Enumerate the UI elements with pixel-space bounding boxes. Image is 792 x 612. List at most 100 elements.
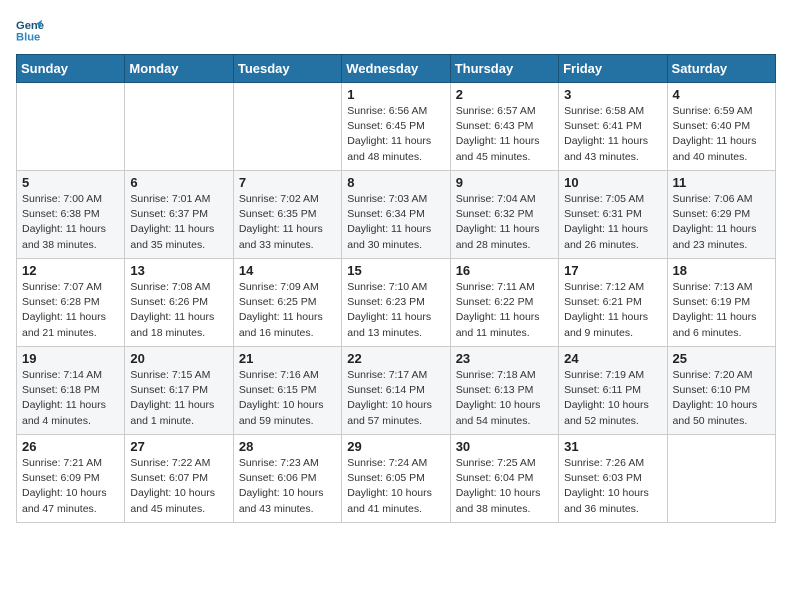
calendar-cell: 30Sunrise: 7:25 AM Sunset: 6:04 PM Dayli…: [450, 435, 558, 523]
day-number: 22: [347, 351, 444, 366]
weekday-header-row: SundayMondayTuesdayWednesdayThursdayFrid…: [17, 55, 776, 83]
day-info: Sunrise: 6:57 AM Sunset: 6:43 PM Dayligh…: [456, 104, 553, 165]
day-number: 23: [456, 351, 553, 366]
day-number: 17: [564, 263, 661, 278]
calendar-cell: 12 Sunrise: 7:07 AM Sunset: 6:28 PM Dayli…: [17, 259, 125, 347]
day-number: 21: [239, 351, 336, 366]
day-number: 19: [22, 351, 119, 366]
day-info: Sunrise: 7:00 AM Sunset: 6:38 PM Dayligh…: [22, 192, 119, 253]
calendar-cell: 23 Sunrise: 7:18 AM Sunset: 6:13 PM Dayli…: [450, 347, 558, 435]
day-number: 9: [456, 175, 553, 190]
day-info: Sunrise: 7:05 AM Sunset: 6:31 PM Dayligh…: [564, 192, 661, 253]
day-number: 7: [239, 175, 336, 190]
calendar-cell: [233, 83, 341, 171]
day-info: Sunrise: 7:21 AM Sunset: 6:09 PM Dayligh…: [22, 456, 119, 517]
day-info: Sunrise: 7:22 AM Sunset: 6:07 PM Dayligh…: [130, 456, 227, 517]
calendar-cell: 2 Sunrise: 6:57 AM Sunset: 6:43 PM Daylig…: [450, 83, 558, 171]
logo: General Blue: [16, 16, 44, 44]
day-number: 18: [673, 263, 770, 278]
day-info: Sunrise: 7:16 AM Sunset: 6:15 PM Dayligh…: [239, 368, 336, 429]
day-number: 4: [673, 87, 770, 102]
day-info: Sunrise: 7:06 AM Sunset: 6:29 PM Dayligh…: [673, 192, 770, 253]
day-info: Sunrise: 6:56 AM Sunset: 6:45 PM Dayligh…: [347, 104, 444, 165]
day-info: Sunrise: 7:14 AM Sunset: 6:18 PM Dayligh…: [22, 368, 119, 429]
day-number: 29: [347, 439, 444, 454]
day-info: Sunrise: 6:59 AM Sunset: 6:40 PM Dayligh…: [673, 104, 770, 165]
calendar-cell: 3 Sunrise: 6:58 AM Sunset: 6:41 PM Daylig…: [559, 83, 667, 171]
day-info: Sunrise: 7:25 AM Sunset: 6:04 PM Dayligh…: [456, 456, 553, 517]
day-number: 14: [239, 263, 336, 278]
day-number: 8: [347, 175, 444, 190]
day-number: 26: [22, 439, 119, 454]
calendar-body: 1 Sunrise: 6:56 AM Sunset: 6:45 PM Daylig…: [17, 83, 776, 523]
calendar-cell: 20 Sunrise: 7:15 AM Sunset: 6:17 PM Dayli…: [125, 347, 233, 435]
week-row-3: 12 Sunrise: 7:07 AM Sunset: 6:28 PM Dayli…: [17, 259, 776, 347]
calendar-cell: 29 Sunrise: 7:24 AM Sunset: 6:05 PM Dayli…: [342, 435, 450, 523]
calendar-cell: 9 Sunrise: 7:04 AM Sunset: 6:32 PM Daylig…: [450, 171, 558, 259]
day-info: Sunrise: 7:23 AM Sunset: 6:06 PM Dayligh…: [239, 456, 336, 517]
day-info: Sunrise: 7:26 AM Sunset: 6:03 PM Dayligh…: [564, 456, 661, 517]
day-number: 24: [564, 351, 661, 366]
calendar-cell: 16 Sunrise: 7:11 AM Sunset: 6:22 PM Dayli…: [450, 259, 558, 347]
day-number: 12: [22, 263, 119, 278]
calendar-cell: 19 Sunrise: 7:14 AM Sunset: 6:18 PM Dayli…: [17, 347, 125, 435]
week-row-1: 1 Sunrise: 6:56 AM Sunset: 6:45 PM Daylig…: [17, 83, 776, 171]
day-info: Sunrise: 7:08 AM Sunset: 6:26 PM Dayligh…: [130, 280, 227, 341]
day-info: Sunrise: 7:01 AM Sunset: 6:37 PM Dayligh…: [130, 192, 227, 253]
day-info: Sunrise: 7:15 AM Sunset: 6:17 PM Dayligh…: [130, 368, 227, 429]
day-info: Sunrise: 7:17 AM Sunset: 6:14 PM Dayligh…: [347, 368, 444, 429]
svg-text:Blue: Blue: [16, 31, 40, 43]
day-number: 31: [564, 439, 661, 454]
calendar-cell: 5 Sunrise: 7:00 AM Sunset: 6:38 PM Daylig…: [17, 171, 125, 259]
calendar-cell: [17, 83, 125, 171]
day-info: Sunrise: 7:03 AM Sunset: 6:34 PM Dayligh…: [347, 192, 444, 253]
day-number: 20: [130, 351, 227, 366]
week-row-5: 26 Sunrise: 7:21 AM Sunset: 6:09 PM Dayli…: [17, 435, 776, 523]
day-info: Sunrise: 7:02 AM Sunset: 6:35 PM Dayligh…: [239, 192, 336, 253]
calendar-cell: [667, 435, 775, 523]
calendar-cell: 11 Sunrise: 7:06 AM Sunset: 6:29 PM Dayli…: [667, 171, 775, 259]
day-info: Sunrise: 7:18 AM Sunset: 6:13 PM Dayligh…: [456, 368, 553, 429]
day-number: 28: [239, 439, 336, 454]
calendar-cell: 25Sunrise: 7:20 AM Sunset: 6:10 PM Dayli…: [667, 347, 775, 435]
day-number: 11: [673, 175, 770, 190]
day-info: Sunrise: 7:13 AM Sunset: 6:19 PM Dayligh…: [673, 280, 770, 341]
day-number: 3: [564, 87, 661, 102]
calendar-cell: 1 Sunrise: 6:56 AM Sunset: 6:45 PM Daylig…: [342, 83, 450, 171]
day-number: 13: [130, 263, 227, 278]
day-number: 1: [347, 87, 444, 102]
day-info: Sunrise: 7:20 AM Sunset: 6:10 PM Dayligh…: [673, 368, 770, 429]
calendar-cell: 6Sunrise: 7:01 AM Sunset: 6:37 PM Daylig…: [125, 171, 233, 259]
day-number: 2: [456, 87, 553, 102]
calendar-cell: 14Sunrise: 7:09 AM Sunset: 6:25 PM Dayli…: [233, 259, 341, 347]
day-info: Sunrise: 7:12 AM Sunset: 6:21 PM Dayligh…: [564, 280, 661, 341]
calendar-cell: 4 Sunrise: 6:59 AM Sunset: 6:40 PM Daylig…: [667, 83, 775, 171]
calendar-cell: 28 Sunrise: 7:23 AM Sunset: 6:06 PM Dayli…: [233, 435, 341, 523]
calendar-cell: 26 Sunrise: 7:21 AM Sunset: 6:09 PM Dayli…: [17, 435, 125, 523]
weekday-tuesday: Tuesday: [233, 55, 341, 83]
week-row-2: 5 Sunrise: 7:00 AM Sunset: 6:38 PM Daylig…: [17, 171, 776, 259]
weekday-friday: Friday: [559, 55, 667, 83]
calendar-cell: 31 Sunrise: 7:26 AM Sunset: 6:03 PM Dayli…: [559, 435, 667, 523]
day-number: 16: [456, 263, 553, 278]
calendar-cell: 22 Sunrise: 7:17 AM Sunset: 6:14 PM Dayli…: [342, 347, 450, 435]
day-info: Sunrise: 7:10 AM Sunset: 6:23 PM Dayligh…: [347, 280, 444, 341]
calendar-cell: 8 Sunrise: 7:03 AM Sunset: 6:34 PM Daylig…: [342, 171, 450, 259]
day-info: Sunrise: 7:11 AM Sunset: 6:22 PM Dayligh…: [456, 280, 553, 341]
day-info: Sunrise: 7:04 AM Sunset: 6:32 PM Dayligh…: [456, 192, 553, 253]
day-info: Sunrise: 7:24 AM Sunset: 6:05 PM Dayligh…: [347, 456, 444, 517]
day-info: Sunrise: 7:19 AM Sunset: 6:11 PM Dayligh…: [564, 368, 661, 429]
weekday-wednesday: Wednesday: [342, 55, 450, 83]
calendar-cell: 7 Sunrise: 7:02 AM Sunset: 6:35 PM Daylig…: [233, 171, 341, 259]
calendar-table: SundayMondayTuesdayWednesdayThursdayFrid…: [16, 54, 776, 523]
page-header: General Blue: [16, 16, 776, 44]
day-info: Sunrise: 6:58 AM Sunset: 6:41 PM Dayligh…: [564, 104, 661, 165]
day-info: Sunrise: 7:07 AM Sunset: 6:28 PM Dayligh…: [22, 280, 119, 341]
weekday-sunday: Sunday: [17, 55, 125, 83]
calendar-cell: 13 Sunrise: 7:08 AM Sunset: 6:26 PM Dayli…: [125, 259, 233, 347]
weekday-monday: Monday: [125, 55, 233, 83]
day-number: 5: [22, 175, 119, 190]
day-number: 27: [130, 439, 227, 454]
day-number: 10: [564, 175, 661, 190]
calendar-cell: 17 Sunrise: 7:12 AM Sunset: 6:21 PM Dayli…: [559, 259, 667, 347]
